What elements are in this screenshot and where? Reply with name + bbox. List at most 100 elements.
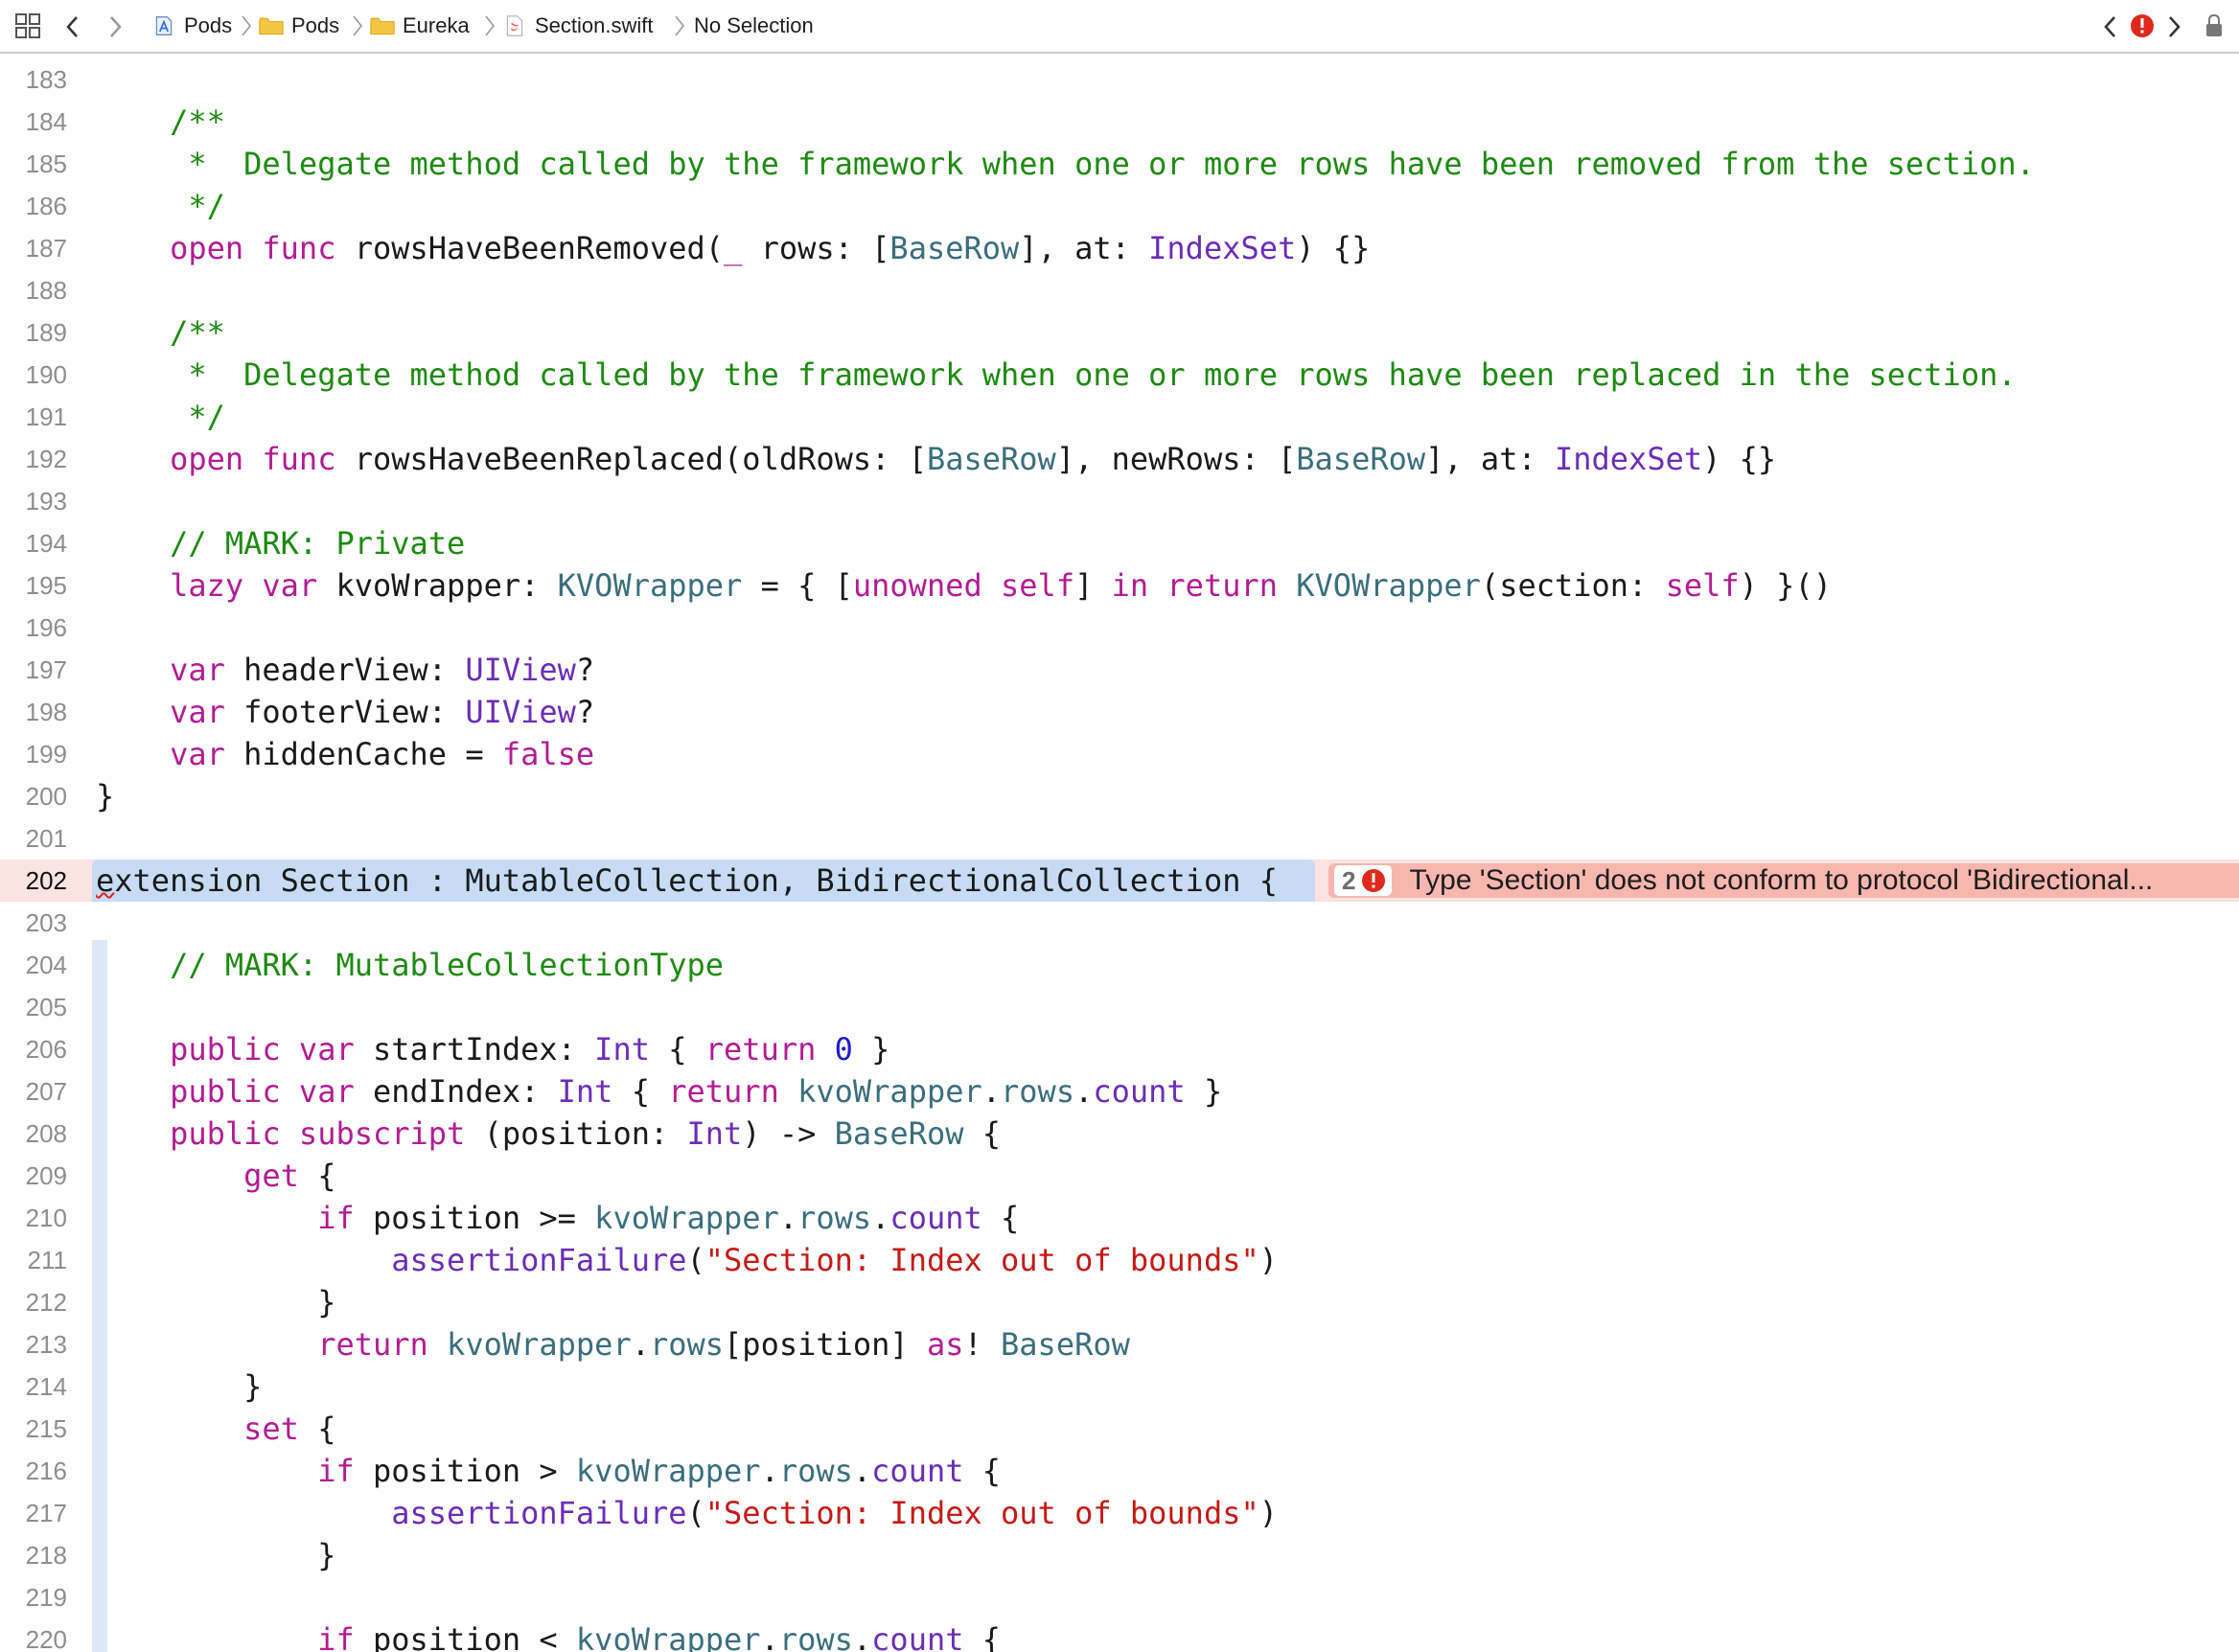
code-text[interactable]: }	[96, 775, 114, 817]
code-line[interactable]: 188	[0, 269, 2239, 311]
code-line[interactable]: 196	[0, 607, 2239, 649]
code-line[interactable]: 190 * Delegate method called by the fram…	[0, 354, 2239, 396]
code-text[interactable]: if position >= kvoWrapper.rows.count {	[96, 1197, 1019, 1239]
line-number[interactable]: 202	[0, 860, 67, 902]
code-line[interactable]: 206 public var startIndex: Int { return …	[0, 1028, 2239, 1070]
line-number[interactable]: 213	[0, 1323, 67, 1365]
forward-arrow-icon[interactable]	[105, 12, 125, 41]
code-text[interactable]: /**	[96, 311, 225, 354]
breadcrumb-item[interactable]: No Selection	[694, 0, 814, 52]
code-line[interactable]: 205	[0, 986, 2239, 1028]
line-number[interactable]: 211	[0, 1239, 67, 1281]
line-number[interactable]: 212	[0, 1281, 67, 1323]
code-line[interactable]: 210 if position >= kvoWrapper.rows.count…	[0, 1197, 2239, 1239]
line-number[interactable]: 199	[0, 733, 67, 775]
code-line[interactable]: 199 var hiddenCache = false	[0, 733, 2239, 775]
code-text[interactable]: if position < kvoWrapper.rows.count {	[96, 1618, 1001, 1652]
code-text[interactable]: }	[96, 1365, 262, 1408]
line-number[interactable]: 193	[0, 480, 67, 522]
code-text[interactable]: public subscript (position: Int) -> Base…	[96, 1113, 1001, 1155]
code-line[interactable]: 189 /**	[0, 311, 2239, 354]
code-text[interactable]: open func rowsHaveBeenReplaced(oldRows: …	[96, 438, 1776, 480]
code-line[interactable]: 198 var footerView: UIView?	[0, 691, 2239, 733]
breadcrumb-item[interactable]: Section.swift	[502, 0, 654, 52]
code-text[interactable]: assertionFailure("Section: Index out of …	[96, 1239, 1278, 1281]
code-line[interactable]: 187 open func rowsHaveBeenRemoved(_ rows…	[0, 227, 2239, 269]
code-text[interactable]: return kvoWrapper.rows[position] as! Bas…	[96, 1323, 1130, 1365]
code-line[interactable]: 214 }	[0, 1365, 2239, 1408]
code-text[interactable]: var footerView: UIView?	[96, 691, 594, 733]
line-number[interactable]: 217	[0, 1492, 67, 1534]
line-number[interactable]: 185	[0, 143, 67, 185]
line-number[interactable]: 209	[0, 1155, 67, 1197]
line-number[interactable]: 183	[0, 58, 67, 101]
code-text[interactable]: /**	[96, 101, 225, 143]
line-number[interactable]: 204	[0, 944, 67, 986]
line-number[interactable]: 196	[0, 607, 67, 649]
line-number[interactable]: 190	[0, 354, 67, 396]
code-line[interactable]: 195 lazy var kvoWrapper: KVOWrapper = { …	[0, 564, 2239, 607]
back-arrow-icon[interactable]	[63, 12, 82, 41]
line-number[interactable]: 195	[0, 564, 67, 607]
line-number[interactable]: 198	[0, 691, 67, 733]
code-line[interactable]: 218 }	[0, 1534, 2239, 1576]
code-line[interactable]: 193	[0, 480, 2239, 522]
breadcrumb-item[interactable]: Pods	[259, 0, 339, 52]
code-text[interactable]: // MARK: MutableCollectionType	[96, 944, 724, 986]
line-number[interactable]: 200	[0, 775, 67, 817]
code-line[interactable]: 197 var headerView: UIView?	[0, 649, 2239, 691]
breadcrumb-item[interactable]: Pods	[151, 0, 232, 52]
line-number[interactable]: 210	[0, 1197, 67, 1239]
line-number[interactable]: 189	[0, 311, 67, 354]
code-text[interactable]: var headerView: UIView?	[96, 649, 594, 691]
error-indicator-icon[interactable]	[2130, 13, 2155, 38]
code-line[interactable]: 194 // MARK: Private	[0, 522, 2239, 564]
code-line[interactable]: 186 */	[0, 185, 2239, 227]
code-line[interactable]: 192 open func rowsHaveBeenReplaced(oldRo…	[0, 438, 2239, 480]
line-number[interactable]: 208	[0, 1113, 67, 1155]
line-number[interactable]: 214	[0, 1365, 67, 1408]
line-number[interactable]: 197	[0, 649, 67, 691]
code-line[interactable]: 207 public var endIndex: Int { return kv…	[0, 1070, 2239, 1113]
code-line[interactable]: 191 */	[0, 396, 2239, 438]
line-number[interactable]: 192	[0, 438, 67, 480]
code-line[interactable]: 220 if position < kvoWrapper.rows.count …	[0, 1618, 2239, 1652]
code-line[interactable]: 185 * Delegate method called by the fram…	[0, 143, 2239, 185]
code-line[interactable]: 203	[0, 902, 2239, 944]
code-line[interactable]: 200}	[0, 775, 2239, 817]
code-line[interactable]: 183	[0, 58, 2239, 101]
code-line[interactable]: 216 if position > kvoWrapper.rows.count …	[0, 1450, 2239, 1492]
breadcrumb-item[interactable]: Eureka	[370, 0, 470, 52]
line-number[interactable]: 194	[0, 522, 67, 564]
code-line[interactable]: 217 assertionFailure("Section: Index out…	[0, 1492, 2239, 1534]
code-line[interactable]: 184 /**	[0, 101, 2239, 143]
line-number[interactable]: 191	[0, 396, 67, 438]
line-number[interactable]: 219	[0, 1576, 67, 1618]
code-text[interactable]: */	[96, 396, 225, 438]
line-number[interactable]: 187	[0, 227, 67, 269]
code-line[interactable]: 213 return kvoWrapper.rows[position] as!…	[0, 1323, 2239, 1365]
code-text[interactable]: * Delegate method called by the framewor…	[96, 143, 2035, 185]
previous-issue-icon[interactable]	[2101, 12, 2120, 41]
code-text[interactable]: var hiddenCache = false	[96, 733, 594, 775]
lock-icon[interactable]	[2204, 13, 2224, 38]
line-number[interactable]: 216	[0, 1450, 67, 1492]
line-number[interactable]: 188	[0, 269, 67, 311]
code-text[interactable]: }	[96, 1281, 335, 1323]
line-number[interactable]: 220	[0, 1618, 67, 1652]
code-text[interactable]: open func rowsHaveBeenRemoved(_ rows: [B…	[96, 227, 1370, 269]
code-text[interactable]: // MARK: Private	[96, 522, 465, 564]
source-editor[interactable]: 183 184 /** 185 * Delegate method called b…	[0, 55, 2239, 1652]
related-items-icon[interactable]	[15, 0, 40, 52]
code-line[interactable]: 208 public subscript (position: Int) -> …	[0, 1113, 2239, 1155]
code-line[interactable]: 204 // MARK: MutableCollectionType	[0, 944, 2239, 986]
line-number[interactable]: 184	[0, 101, 67, 143]
line-number[interactable]: 186	[0, 185, 67, 227]
code-line[interactable]: 215 set {	[0, 1408, 2239, 1450]
code-line[interactable]: 211 assertionFailure("Section: Index out…	[0, 1239, 2239, 1281]
line-number[interactable]: 206	[0, 1028, 67, 1070]
code-line[interactable]: 219	[0, 1576, 2239, 1618]
code-text[interactable]: if position > kvoWrapper.rows.count {	[96, 1450, 1001, 1492]
line-number[interactable]: 207	[0, 1070, 67, 1113]
code-text[interactable]: public var endIndex: Int { return kvoWra…	[96, 1070, 1222, 1113]
